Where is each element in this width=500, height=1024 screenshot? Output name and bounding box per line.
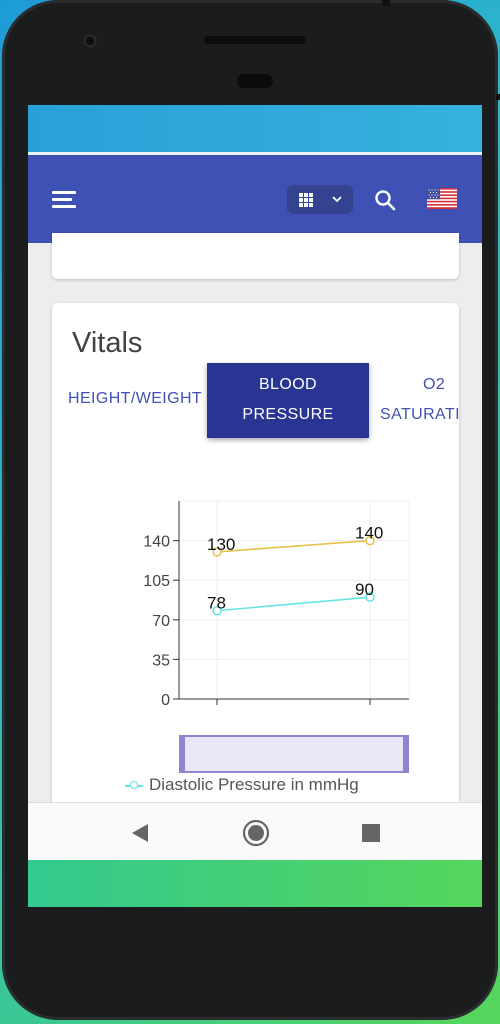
previous-card — [52, 233, 459, 279]
earpiece-speaker — [204, 36, 306, 44]
app-bar — [28, 155, 482, 243]
vitals-card: Vitals HEIGHT/WEIGHT BLOOD PRESSURE O2 S… — [52, 303, 459, 823]
phone-frame: Vitals HEIGHT/WEIGHT BLOOD PRESSURE O2 S… — [2, 0, 500, 1020]
proximity-sensor — [237, 74, 273, 88]
phone-volume-button — [496, 94, 500, 100]
series-line-1 — [216, 596, 371, 612]
status-bar — [28, 105, 482, 152]
y-tick-label: 35 — [152, 652, 170, 669]
home-circle-icon[interactable] — [241, 818, 271, 848]
blood-pressure-chart: 0 35 70 105 140 130 140 78 90 — [143, 500, 410, 709]
series-line-0 — [216, 539, 371, 553]
system-nav-bar — [28, 802, 482, 861]
chart-scroll-region[interactable] — [179, 735, 409, 773]
device-screen: Vitals HEIGHT/WEIGHT BLOOD PRESSURE O2 S… — [28, 105, 482, 907]
data-label: 90 — [355, 580, 374, 599]
legend-label: Diastolic Pressure in mmHg — [149, 775, 359, 794]
recents-square-icon[interactable] — [361, 823, 381, 843]
apps-grid-dropdown[interactable] — [287, 185, 353, 214]
data-label: 130 — [207, 535, 235, 554]
tab-height-weight[interactable]: HEIGHT/WEIGHT — [68, 384, 202, 414]
back-triangle-icon[interactable] — [130, 823, 150, 843]
y-tick-label: 140 — [143, 534, 170, 551]
tab-label-line1: O2 — [423, 376, 446, 393]
tab-label-line1: BLOOD — [258, 376, 317, 393]
tab-label-line2: PRESSURE — [242, 406, 334, 423]
bottom-gradient-band — [28, 860, 482, 907]
tab-label: HEIGHT/WEIGHT — [68, 390, 203, 407]
us-flag-icon[interactable] — [427, 188, 457, 209]
y-tick-label: 105 — [143, 573, 170, 590]
phone-side-button — [382, 0, 390, 6]
y-tick-label: 70 — [152, 613, 170, 630]
hamburger-menu-icon[interactable] — [52, 191, 76, 209]
y-tick-label: 0 — [161, 692, 170, 709]
tab-label-line2: SATURATION — [380, 406, 459, 423]
apps-grid-icon — [299, 193, 313, 207]
legend-marker — [130, 781, 138, 789]
scroll-handle-left[interactable] — [179, 735, 185, 773]
chevron-down-icon — [332, 196, 342, 203]
front-camera — [83, 34, 97, 48]
vitals-title: Vitals — [72, 327, 143, 359]
scroll-handle-right[interactable] — [403, 735, 409, 773]
data-label: 78 — [207, 594, 226, 613]
tab-o2-saturation[interactable]: O2 SATURATION — [380, 370, 459, 430]
data-label: 140 — [355, 524, 383, 543]
tab-blood-pressure[interactable]: BLOOD PRESSURE — [207, 363, 369, 438]
search-icon[interactable] — [374, 189, 396, 211]
content-area: Vitals HEIGHT/WEIGHT BLOOD PRESSURE O2 S… — [28, 233, 482, 823]
